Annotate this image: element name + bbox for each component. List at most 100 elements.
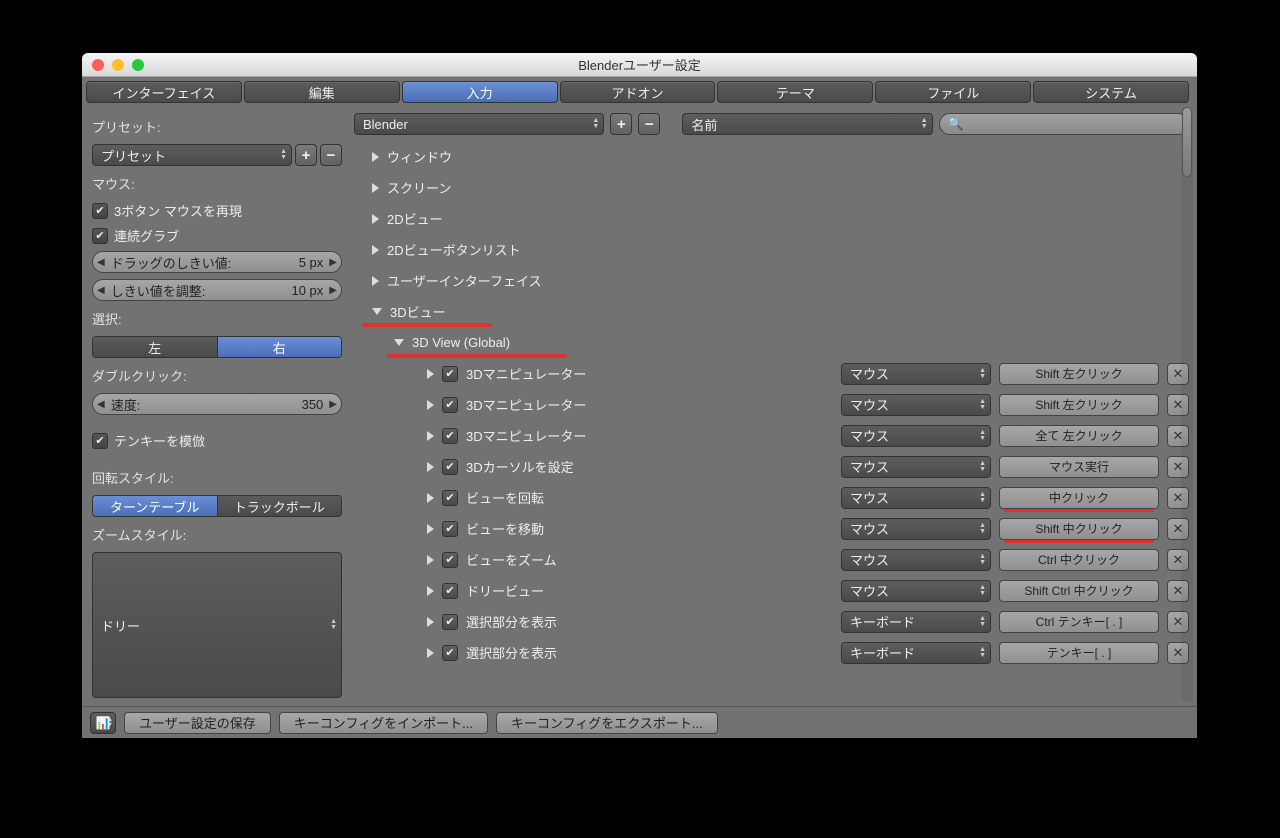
disclosure-icon[interactable] — [427, 431, 434, 441]
tree-item[interactable]: 2Dビュー — [372, 203, 1189, 234]
tab-input[interactable]: 入力 — [402, 81, 558, 103]
chevron-right-icon: ▶ — [329, 257, 337, 268]
disclosure-icon[interactable] — [427, 400, 434, 410]
main: Blender ▲▼ + − 名前 ▲▼ 🔍 — [352, 107, 1197, 706]
disclosure-icon[interactable] — [427, 648, 434, 658]
select-toggle[interactable]: 左 右 — [92, 336, 342, 358]
zoom-style-select[interactable]: ドリー ▲▼ — [92, 552, 342, 698]
disclosure-icon[interactable] — [427, 555, 434, 565]
binding-type-select[interactable]: マウス▲▼ — [841, 425, 991, 447]
tab-interface[interactable]: インターフェイス — [86, 81, 242, 103]
editor-type-button[interactable]: 📊▲▼ — [90, 712, 116, 734]
orbit-turntable[interactable]: ターンテーブル — [93, 496, 218, 516]
select-left[interactable]: 左 — [93, 337, 218, 357]
speed-field[interactable]: ◀ 速度: 350 ▶ — [92, 393, 342, 415]
binding-type-select[interactable]: マウス▲▼ — [841, 518, 991, 540]
orbit-toggle[interactable]: ターンテーブル トラックボール — [92, 495, 342, 517]
tab-themes[interactable]: テーマ — [717, 81, 873, 103]
disclosure-icon[interactable] — [427, 586, 434, 596]
drag-threshold-value: 5 px — [293, 255, 330, 270]
select-label: 選択: — [92, 307, 342, 330]
binding-key-button[interactable]: Ctrl テンキー[ . ] — [999, 611, 1159, 633]
binding-type-select[interactable]: マウス▲▼ — [841, 487, 991, 509]
binding-key-button[interactable]: Ctrl 中クリック — [999, 549, 1159, 571]
save-settings-button[interactable]: ユーザー設定の保存 — [124, 712, 271, 734]
tab-file[interactable]: ファイル — [875, 81, 1031, 103]
select-right[interactable]: 右 — [218, 337, 342, 357]
preset-select[interactable]: プリセット ▲▼ — [92, 144, 292, 166]
binding-row: ✔ドリービューマウス▲▼Shift Ctrl 中クリック✕ — [372, 575, 1189, 606]
binding-checkbox[interactable]: ✔ — [442, 490, 458, 506]
import-keyconfig-button[interactable]: キーコンフィグをインポート... — [279, 712, 488, 734]
binding-row: ✔選択部分を表示キーボード▲▼テンキー[ . ]✕ — [372, 637, 1189, 668]
drag-threshold-label: ドラッグのしきい値: — [105, 253, 293, 272]
chevron-left-icon: ◀ — [97, 399, 105, 410]
binding-key-button[interactable]: テンキー[ . ] — [999, 642, 1159, 664]
orbit-trackball[interactable]: トラックボール — [218, 496, 342, 516]
annotation-underline — [1004, 540, 1154, 543]
tab-addons[interactable]: アドオン — [560, 81, 716, 103]
drag-threshold-field[interactable]: ◀ ドラッグのしきい値: 5 px ▶ — [92, 251, 342, 273]
tree-item[interactable]: ウィンドウ — [372, 141, 1189, 172]
disclosure-icon[interactable] — [427, 493, 434, 503]
scrollbar[interactable] — [1181, 107, 1193, 702]
continuous-grab-checkbox[interactable]: ✔ 連続グラブ — [92, 226, 342, 245]
tree-item[interactable]: ユーザーインターフェイス — [372, 265, 1189, 296]
emulate-3button-checkbox[interactable]: ✔ 3ボタン マウスを再現 — [92, 201, 342, 220]
keyconfig-remove-button[interactable]: − — [638, 113, 660, 135]
export-keyconfig-button[interactable]: キーコンフィグをエクスポート... — [496, 712, 718, 734]
binding-type-select[interactable]: キーボード▲▼ — [841, 642, 991, 664]
preset-remove-button[interactable]: − — [320, 144, 342, 166]
zoom-style-value: ドリー — [101, 616, 140, 635]
disclosure-icon[interactable] — [427, 524, 434, 534]
disclosure-icon[interactable] — [427, 462, 434, 472]
search-input[interactable]: 🔍 — [939, 113, 1189, 135]
binding-key-button[interactable]: 全て 左クリック — [999, 425, 1159, 447]
binding-checkbox[interactable]: ✔ — [442, 521, 458, 537]
binding-checkbox[interactable]: ✔ — [442, 645, 458, 661]
continuous-grab-label: 連続グラブ — [114, 226, 179, 245]
binding-type-select[interactable]: マウス▲▼ — [841, 363, 991, 385]
preset-add-button[interactable]: + — [295, 144, 317, 166]
annotation-underline — [1004, 509, 1154, 512]
binding-type-label: マウス — [850, 488, 889, 507]
binding-key-button[interactable]: Shift Ctrl 中クリック — [999, 580, 1159, 602]
binding-key-button[interactable]: Shift 左クリック — [999, 363, 1159, 385]
emulate-numpad-checkbox[interactable]: ✔ テンキーを模倣 — [92, 431, 342, 450]
binding-type-select[interactable]: キーボード▲▼ — [841, 611, 991, 633]
tree-item-3dview[interactable]: 3Dビュー — [372, 296, 1189, 327]
binding-checkbox[interactable]: ✔ — [442, 397, 458, 413]
binding-key-button[interactable]: マウス実行 — [999, 456, 1159, 478]
binding-type-select[interactable]: マウス▲▼ — [841, 394, 991, 416]
keyconfig-add-button[interactable]: + — [610, 113, 632, 135]
binding-key-button[interactable]: Shift 中クリック — [999, 518, 1159, 540]
binding-checkbox[interactable]: ✔ — [442, 552, 458, 568]
tweak-threshold-field[interactable]: ◀ しきい値を調整: 10 px ▶ — [92, 279, 342, 301]
binding-checkbox[interactable]: ✔ — [442, 583, 458, 599]
emulate-3button-label: 3ボタン マウスを再現 — [114, 201, 242, 220]
disclosure-icon[interactable] — [427, 369, 434, 379]
binding-type-select[interactable]: マウス▲▼ — [841, 456, 991, 478]
binding-checkbox[interactable]: ✔ — [442, 459, 458, 475]
tab-system[interactable]: システム — [1033, 81, 1189, 103]
disclosure-icon — [372, 152, 379, 162]
binding-name: 選択部分を表示 — [466, 612, 833, 631]
binding-type-label: マウス — [850, 581, 889, 600]
keyconfig-select[interactable]: Blender ▲▼ — [354, 113, 604, 135]
binding-key-button[interactable]: Shift 左クリック — [999, 394, 1159, 416]
tab-editing[interactable]: 編集 — [244, 81, 400, 103]
binding-type-label: キーボード — [850, 643, 915, 662]
scrollbar-thumb[interactable] — [1182, 107, 1192, 177]
tree-item[interactable]: スクリーン — [372, 172, 1189, 203]
tree-item[interactable]: 2Dビューボタンリスト — [372, 234, 1189, 265]
binding-checkbox[interactable]: ✔ — [442, 614, 458, 630]
binding-checkbox[interactable]: ✔ — [442, 366, 458, 382]
sort-select[interactable]: 名前 ▲▼ — [682, 113, 932, 135]
disclosure-icon[interactable] — [427, 617, 434, 627]
binding-type-select[interactable]: マウス▲▼ — [841, 549, 991, 571]
binding-type-select[interactable]: マウス▲▼ — [841, 580, 991, 602]
binding-checkbox[interactable]: ✔ — [442, 428, 458, 444]
binding-row: ✔ビューをズームマウス▲▼Ctrl 中クリック✕ — [372, 544, 1189, 575]
binding-name: 3Dマニピュレーター — [466, 426, 833, 445]
binding-key-button[interactable]: 中クリック — [999, 487, 1159, 509]
